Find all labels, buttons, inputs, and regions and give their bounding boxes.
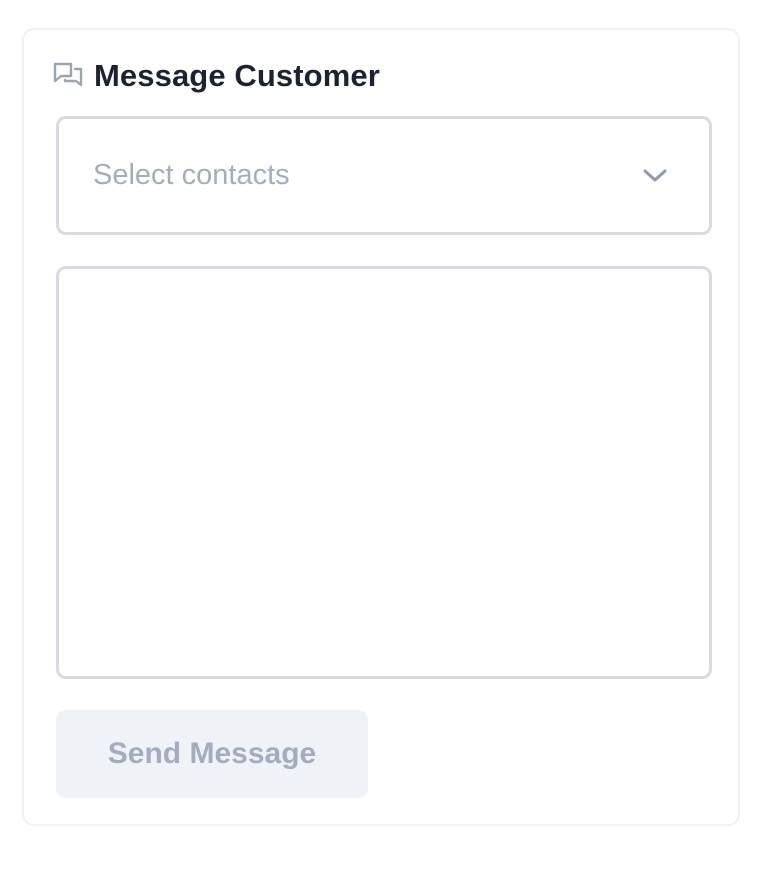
chat-bubbles-icon: [52, 60, 84, 92]
message-customer-card: Message Customer Select contacts Send Me…: [22, 28, 740, 826]
contacts-select-placeholder: Select contacts: [93, 159, 290, 191]
card-header: Message Customer: [52, 56, 380, 96]
card-title: Message Customer: [94, 58, 380, 93]
message-textarea[interactable]: [56, 266, 712, 679]
contacts-select[interactable]: Select contacts: [56, 116, 712, 235]
chevron-down-icon: [641, 162, 669, 190]
send-message-button[interactable]: Send Message: [56, 710, 368, 798]
